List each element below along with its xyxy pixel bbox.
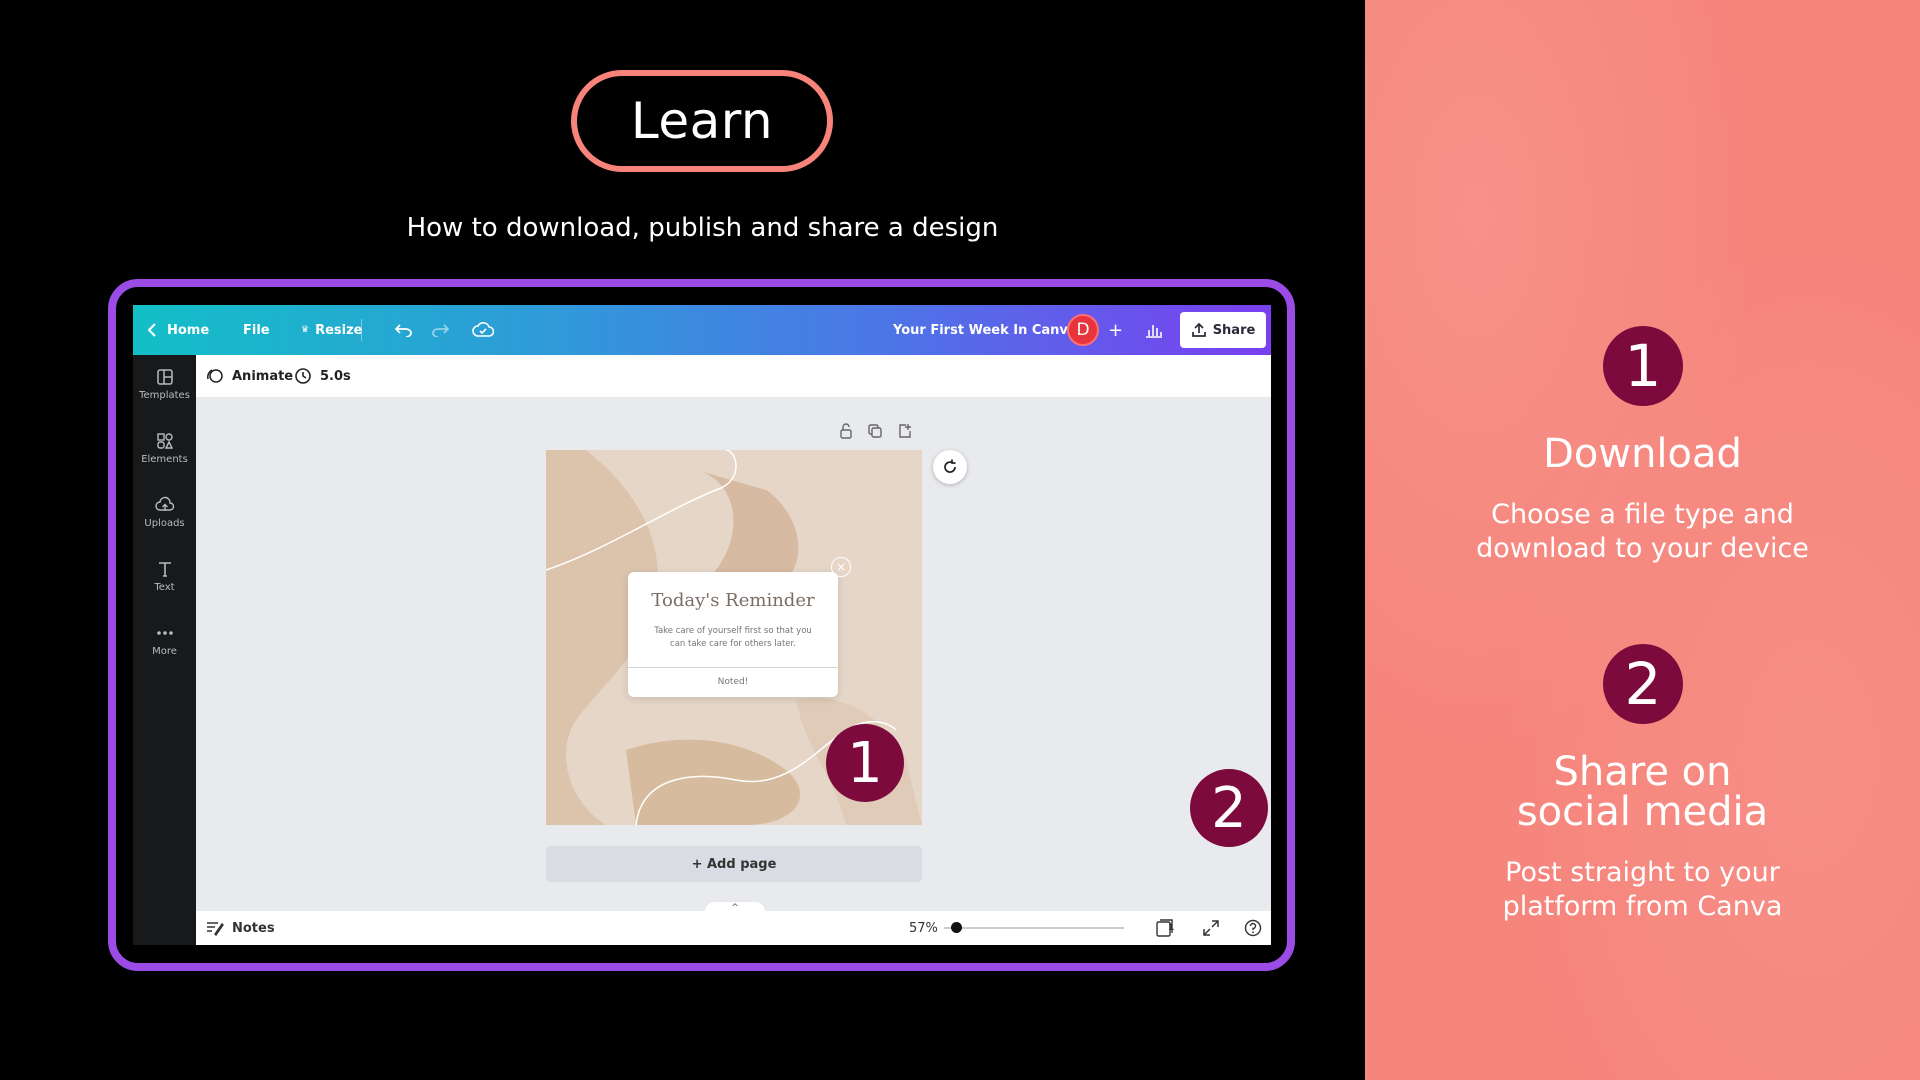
editor-bottombar: Notes 57% 1: [196, 911, 1271, 945]
notes-button[interactable]: Notes: [206, 911, 275, 945]
duplicate-icon[interactable]: [867, 423, 883, 439]
add-page-icon[interactable]: [897, 423, 913, 439]
page-count: 1: [1168, 911, 1174, 945]
templates-icon: [156, 369, 173, 385]
share-label: Share: [1212, 322, 1256, 338]
page-count-value: 1: [1168, 923, 1175, 933]
lock-icon[interactable]: [839, 423, 853, 439]
step-marker-2: 2: [1190, 769, 1268, 847]
refresh-icon: [944, 459, 956, 473]
cloud-save-button[interactable]: [472, 305, 494, 355]
notes-label: Notes: [232, 920, 275, 936]
text-icon: [158, 562, 171, 577]
elements-icon: [156, 433, 173, 449]
document-title-text: Your First Week In Canva: [893, 322, 1077, 338]
page-tools: [839, 423, 913, 439]
editor-topbar: Home File ♛ Resize Your First Week In Ca…: [133, 305, 1271, 355]
step-title-share: Share on: [1553, 749, 1732, 795]
redo-icon: [431, 323, 449, 337]
fullscreen-button[interactable]: [1202, 911, 1220, 945]
zoom-slider-track[interactable]: [944, 927, 1124, 929]
bar-chart-icon: [1145, 322, 1163, 338]
sidebar-item-label: Elements: [141, 454, 188, 465]
crown-icon: ♛: [301, 325, 310, 335]
file-menu[interactable]: File: [243, 305, 270, 355]
step-description-line: download to your device: [1476, 533, 1809, 564]
share-button[interactable]: Share: [1180, 312, 1266, 348]
topbar-divider: [361, 305, 362, 355]
insights-button[interactable]: [1145, 305, 1163, 355]
help-button[interactable]: [1244, 911, 1262, 945]
step-title-share: social media: [1516, 789, 1769, 835]
zoom-value: 57%: [909, 920, 938, 936]
sidebar-item-label: Uploads: [144, 518, 185, 529]
step-number-1: 1: [1603, 326, 1683, 406]
sidebar-item-uploads[interactable]: Uploads: [133, 495, 196, 529]
step-title-download: Download: [1543, 431, 1742, 477]
editor-subtoolbar: Animate 5.0s: [196, 355, 1271, 397]
plus-icon: +: [1108, 319, 1124, 341]
sidebar-item-label: More: [152, 646, 177, 657]
sidebar-item-label: Templates: [139, 390, 190, 401]
resize-button[interactable]: ♛ Resize: [301, 305, 362, 355]
sidebar-item-templates[interactable]: Templates: [133, 367, 196, 401]
home-button[interactable]: Home: [147, 305, 209, 355]
reminder-card[interactable]: Today's Reminder Take care of yourself f…: [628, 572, 838, 697]
animate-icon: [207, 369, 223, 383]
lesson-subtitle: How to download, publish and share a des…: [406, 213, 999, 243]
sidebar-item-label: Text: [154, 582, 175, 593]
sidebar-item-elements[interactable]: Elements: [133, 431, 196, 465]
reminder-divider: [628, 667, 838, 668]
home-label: Home: [167, 322, 210, 338]
sidebar-item-text[interactable]: Text: [133, 559, 196, 593]
animate-label: Animate: [232, 368, 294, 384]
redo-button[interactable]: [431, 305, 449, 355]
step-marker-1: 1: [826, 724, 904, 802]
add-collaborator-button[interactable]: +: [1108, 305, 1123, 355]
canva-editor-screenshot: Home File ♛ Resize Your First Week In Ca…: [133, 305, 1271, 945]
noted-button[interactable]: Noted!: [628, 677, 838, 687]
duration-label: 5.0s: [320, 368, 351, 384]
uploads-icon: [154, 496, 174, 511]
document-title[interactable]: Your First Week In Canva: [893, 305, 1077, 355]
reminder-title: Today's Reminder: [651, 590, 815, 611]
upload-icon: [1191, 322, 1207, 338]
resize-label: Resize: [315, 322, 363, 338]
avatar[interactable]: D: [1067, 314, 1099, 346]
step-description-line: Post straight to your: [1505, 857, 1780, 888]
editor-sidebar: Templates Elements Uploads Text More: [133, 355, 196, 945]
regenerate-button[interactable]: [933, 450, 967, 484]
sidebar-item-more[interactable]: More: [133, 623, 196, 657]
add-page-button[interactable]: + Add page: [546, 846, 922, 882]
duration-button[interactable]: 5.0s: [294, 367, 351, 385]
close-icon[interactable]: ×: [831, 557, 851, 577]
steps-panel: 1 Download Choose a file type and downlo…: [1365, 0, 1920, 1080]
reminder-body: Take care of yourself first so that you …: [654, 626, 812, 649]
chevron-left-icon: [147, 323, 157, 337]
file-label: File: [243, 322, 270, 338]
animate-button[interactable]: Animate: [206, 367, 293, 385]
zoom-level[interactable]: 57%: [909, 911, 938, 945]
expand-icon: [1203, 920, 1219, 936]
more-icon: [156, 631, 173, 635]
help-icon: [1244, 919, 1262, 937]
zoom-slider-thumb[interactable]: [951, 922, 962, 933]
step-number-2: 2: [1603, 644, 1683, 724]
learn-badge: Learn: [571, 70, 833, 172]
undo-icon: [395, 323, 413, 337]
notes-icon: [207, 922, 224, 936]
lesson-panel: Learn How to download, publish and share…: [0, 0, 1365, 1080]
undo-button[interactable]: [395, 305, 413, 355]
step-description-line: Choose a file type and: [1491, 499, 1794, 530]
clock-icon: [295, 368, 311, 384]
step-description-line: platform from Canva: [1502, 891, 1783, 922]
cloud-check-icon: [472, 322, 494, 338]
